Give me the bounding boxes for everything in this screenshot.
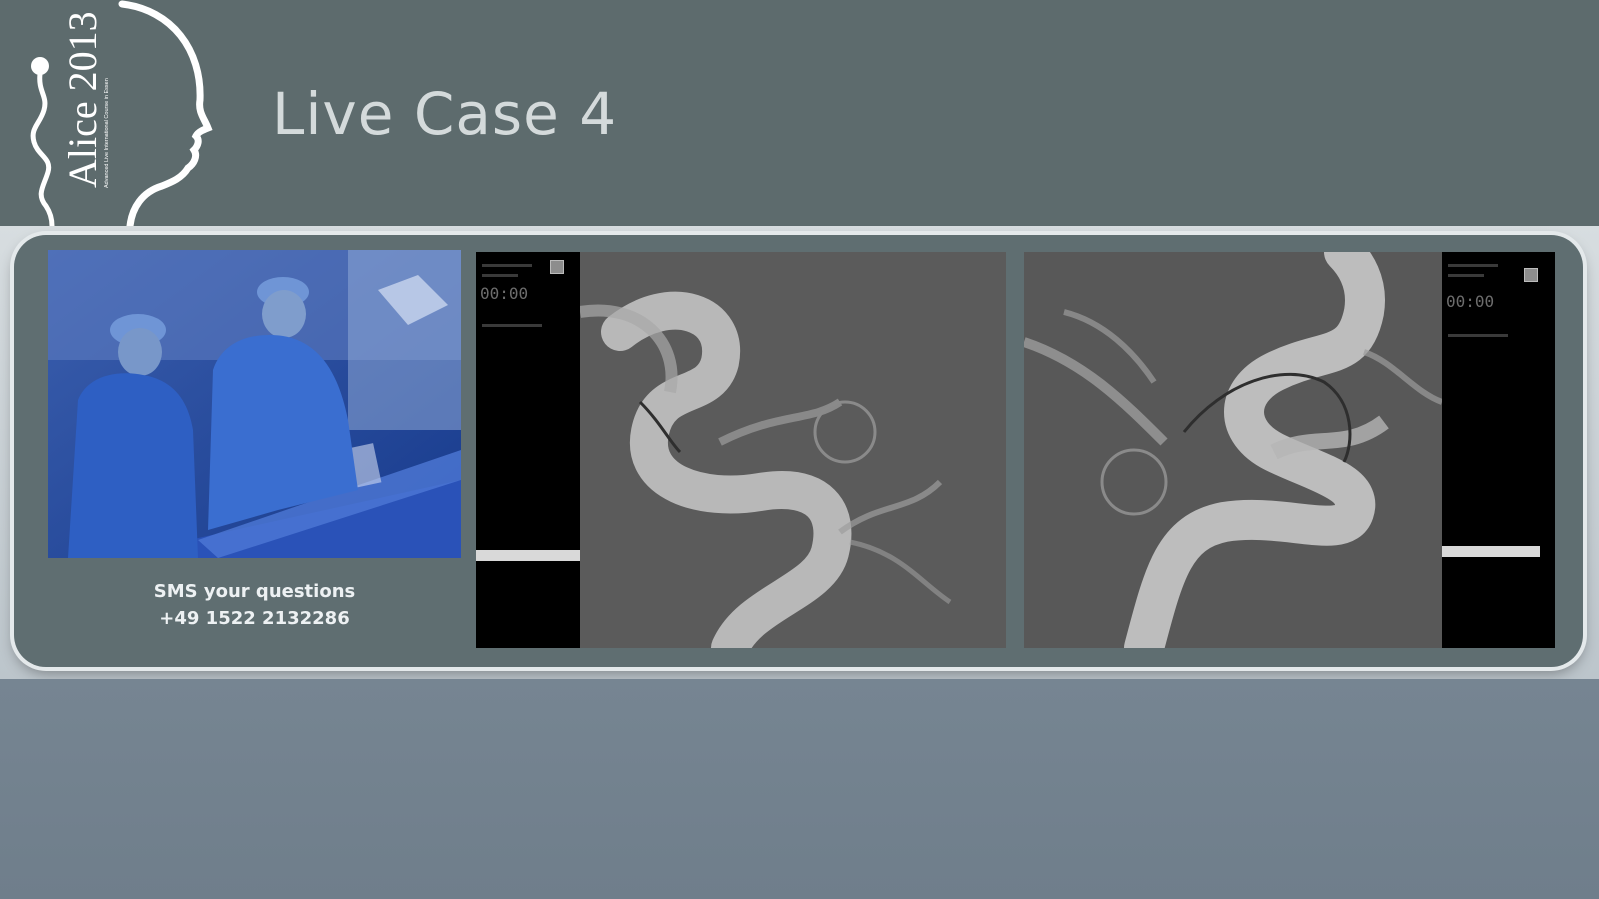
sms-phone-number: +49 1522 2132286 bbox=[159, 608, 350, 629]
monitor-right-sidebar: 00:00 bbox=[1442, 252, 1555, 648]
monitor-right-clock: 00:00 bbox=[1446, 292, 1495, 311]
angiogram-left-icon bbox=[580, 252, 1006, 648]
angiogram-right-icon bbox=[1024, 252, 1442, 648]
operating-room-video bbox=[48, 250, 461, 558]
angiography-monitor-right: 00:00 bbox=[1024, 252, 1555, 648]
monitor-left-progress-bar bbox=[476, 550, 580, 561]
sms-label: SMS your questions bbox=[153, 581, 356, 602]
monitor-left-layer-icon bbox=[550, 260, 564, 274]
video-frame-icon bbox=[48, 250, 461, 558]
bottom-area bbox=[0, 679, 1599, 899]
header-bar: Alice 2013 Advanced Live International C… bbox=[0, 0, 1599, 226]
angiography-monitor-left: 00:00 bbox=[476, 252, 1006, 648]
logo-subtitle: Advanced Live International Course in Es… bbox=[104, 78, 110, 188]
logo-text: Alice 2013 bbox=[60, 11, 105, 188]
sms-info: SMS your questions +49 1522 2132286 bbox=[48, 578, 461, 632]
page-title: Live Case 4 bbox=[272, 80, 618, 148]
alice-logo-icon: Alice 2013 Advanced Live International C… bbox=[30, 0, 213, 226]
monitor-right-progress-bar bbox=[1442, 546, 1540, 557]
monitor-left-sidebar: 00:00 bbox=[476, 252, 580, 648]
monitor-left-clock: 00:00 bbox=[480, 284, 529, 303]
monitor-right-layer-icon bbox=[1524, 268, 1538, 282]
